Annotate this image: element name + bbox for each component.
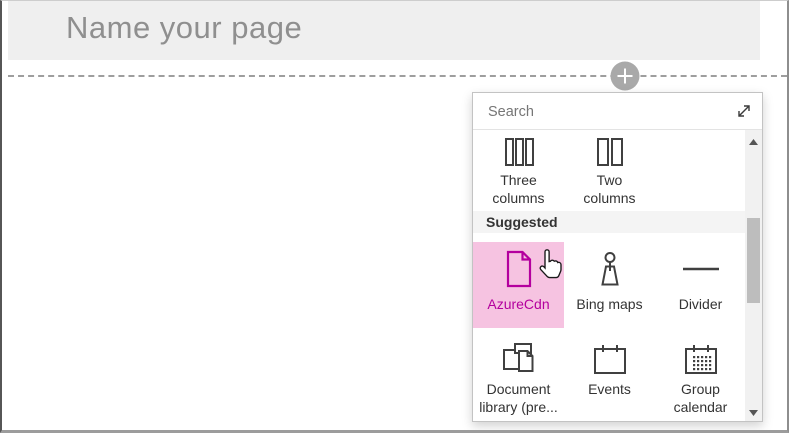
document-library-icon bbox=[473, 337, 564, 381]
divider-line-icon bbox=[655, 242, 746, 296]
webpart-tile-bing-maps[interactable]: Bing maps bbox=[564, 242, 655, 328]
webpart-search-row bbox=[473, 93, 762, 130]
webpart-tile-three-columns[interactable]: Three columns bbox=[473, 132, 564, 207]
calendar-icon bbox=[564, 337, 655, 381]
search-input[interactable] bbox=[486, 94, 700, 129]
webpart-grid: Three columns Two columns Suggested Azur… bbox=[473, 130, 746, 421]
webpart-picker-panel: Three columns Two columns Suggested bbox=[472, 92, 763, 422]
two-columns-icon bbox=[564, 132, 655, 172]
webpart-tile-document-library[interactable]: Document library (pre... bbox=[473, 337, 564, 416]
scroll-down-button[interactable] bbox=[745, 403, 762, 419]
webpart-tile-label: Document library (pre... bbox=[479, 381, 558, 415]
scroll-up-button[interactable] bbox=[745, 132, 762, 148]
page-title-input[interactable]: Name your page bbox=[8, 1, 760, 60]
layout-row: Three columns Two columns bbox=[473, 132, 655, 207]
webpart-tile-azurecdn[interactable]: AzureCdn bbox=[473, 242, 564, 328]
webpart-tile-divider[interactable]: Divider bbox=[655, 242, 746, 328]
resize-diagonal-icon bbox=[735, 105, 753, 123]
webpart-tile-label: Divider bbox=[678, 296, 723, 312]
add-webpart-button[interactable] bbox=[610, 61, 640, 91]
webpart-list: Three columns Two columns Suggested Azur… bbox=[473, 130, 762, 421]
document-page-icon bbox=[473, 242, 564, 296]
suggested-row-2: Document library (pre... Events Group ca… bbox=[473, 337, 746, 416]
webpart-tile-label: Two columns bbox=[583, 172, 636, 206]
webpart-tile-events[interactable]: Events bbox=[564, 337, 655, 416]
three-columns-icon bbox=[473, 132, 564, 172]
webpart-tile-label: Three columns bbox=[492, 172, 545, 206]
triangle-down-icon bbox=[749, 404, 758, 419]
expand-panel-button[interactable] bbox=[735, 102, 753, 120]
panel-scrollbar[interactable] bbox=[745, 130, 762, 421]
webpart-tile-label: Group calendar bbox=[673, 381, 728, 415]
webpart-tile-group-calendar[interactable]: Group calendar bbox=[655, 337, 746, 416]
webpart-tile-label: Events bbox=[588, 381, 631, 397]
page-title-placeholder: Name your page bbox=[66, 10, 303, 45]
webpart-tile-label: AzureCdn bbox=[487, 296, 550, 312]
map-pin-icon bbox=[564, 242, 655, 296]
suggested-row-1: AzureCdn Bing maps Divider bbox=[473, 242, 746, 328]
suggested-section-header: Suggested bbox=[473, 211, 746, 233]
webpart-tile-two-columns[interactable]: Two columns bbox=[564, 132, 655, 207]
section-divider-line bbox=[8, 75, 787, 77]
group-calendar-icon bbox=[655, 337, 746, 381]
webpart-tile-label: Bing maps bbox=[576, 296, 643, 312]
page-editor-window: Name your page Search Three columns Two … bbox=[0, 0, 789, 433]
triangle-up-icon bbox=[749, 133, 758, 148]
scrollbar-thumb[interactable] bbox=[747, 218, 760, 303]
